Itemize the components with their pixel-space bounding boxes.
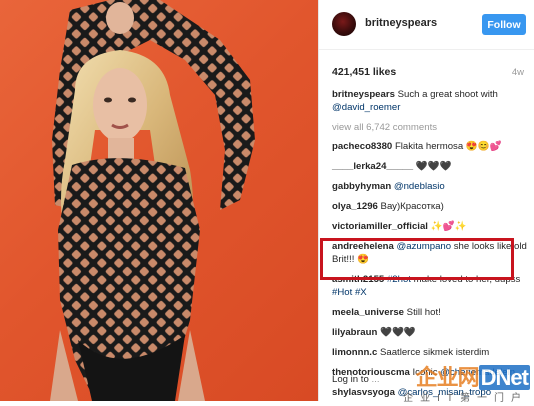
comment-user[interactable]: meela_universe [332, 307, 404, 318]
watermark: 企业网DNet 企业IT第一门户 [364, 356, 534, 404]
comment-user[interactable]: britneyspears [332, 89, 395, 100]
highlight-box [320, 238, 514, 280]
comment: olya_1296 Вау)Красотка) [332, 200, 528, 213]
comment-text: Still hot! [406, 307, 441, 318]
post-age[interactable]: 4w [512, 67, 524, 78]
comment-text: Вау)Красотка) [380, 201, 444, 212]
comment-user[interactable]: victoriamiller_official [332, 221, 428, 232]
comment-hashtag[interactable]: #Hot [332, 287, 352, 298]
post-header: britneyspears Follow [319, 0, 534, 50]
watermark-text-b: DNet [478, 365, 530, 390]
likes-count[interactable]: 421,451 likes [332, 66, 396, 78]
post-side-panel: britneyspears Follow 421,451 likes 4w br… [318, 0, 534, 401]
comment-user[interactable]: ____lerka24_____ [332, 161, 413, 172]
watermark-tagline: 企业IT第一门户 [403, 393, 528, 404]
watermark-text-a: 企业网 [415, 365, 480, 390]
comment-user[interactable]: lilyabraun [332, 327, 377, 338]
comment: lilyabraun 🖤🖤🖤 [332, 326, 528, 339]
comment-text: 🖤🖤🖤 [380, 327, 416, 338]
comment-user[interactable]: pacheco8380 [332, 141, 392, 152]
comment-mention[interactable]: @david_roemer [332, 102, 400, 113]
comment: ____lerka24_____ 🖤🖤🖤 [332, 160, 528, 173]
comment-text: Flakita hermosa 😍😊💕 [394, 141, 502, 152]
comment: meela_universe Still hot! [332, 306, 528, 319]
comment: victoriamiller_official ✨💕✨ [332, 220, 528, 233]
view-all-comments-link[interactable]: view all 6,742 comments [332, 121, 528, 134]
photo-illustration [50, 0, 255, 401]
comment-mention[interactable]: @ndeblasio [394, 181, 445, 192]
post-photo[interactable] [0, 0, 318, 401]
post-username[interactable]: britneyspears [365, 17, 437, 29]
comment: gabbyhyman @ndeblasio [332, 180, 528, 193]
comment-user[interactable]: gabbyhyman [332, 181, 391, 192]
caption: britneyspears Such a great shoot with @d… [332, 88, 528, 114]
comment-text: ✨💕✨ [430, 221, 467, 232]
comment-hashtag[interactable]: #X [355, 287, 367, 298]
comment-user[interactable]: olya_1296 [332, 201, 378, 212]
watermark-logo: 企业网DNet [416, 360, 530, 392]
avatar[interactable] [332, 12, 356, 36]
follow-button[interactable]: Follow [482, 14, 526, 35]
comment: pacheco8380 Flakita hermosa 😍😊💕 [332, 140, 528, 153]
comment-text: Such a great shoot with [397, 89, 498, 100]
comment-text: 🖤🖤🖤 [415, 161, 452, 172]
